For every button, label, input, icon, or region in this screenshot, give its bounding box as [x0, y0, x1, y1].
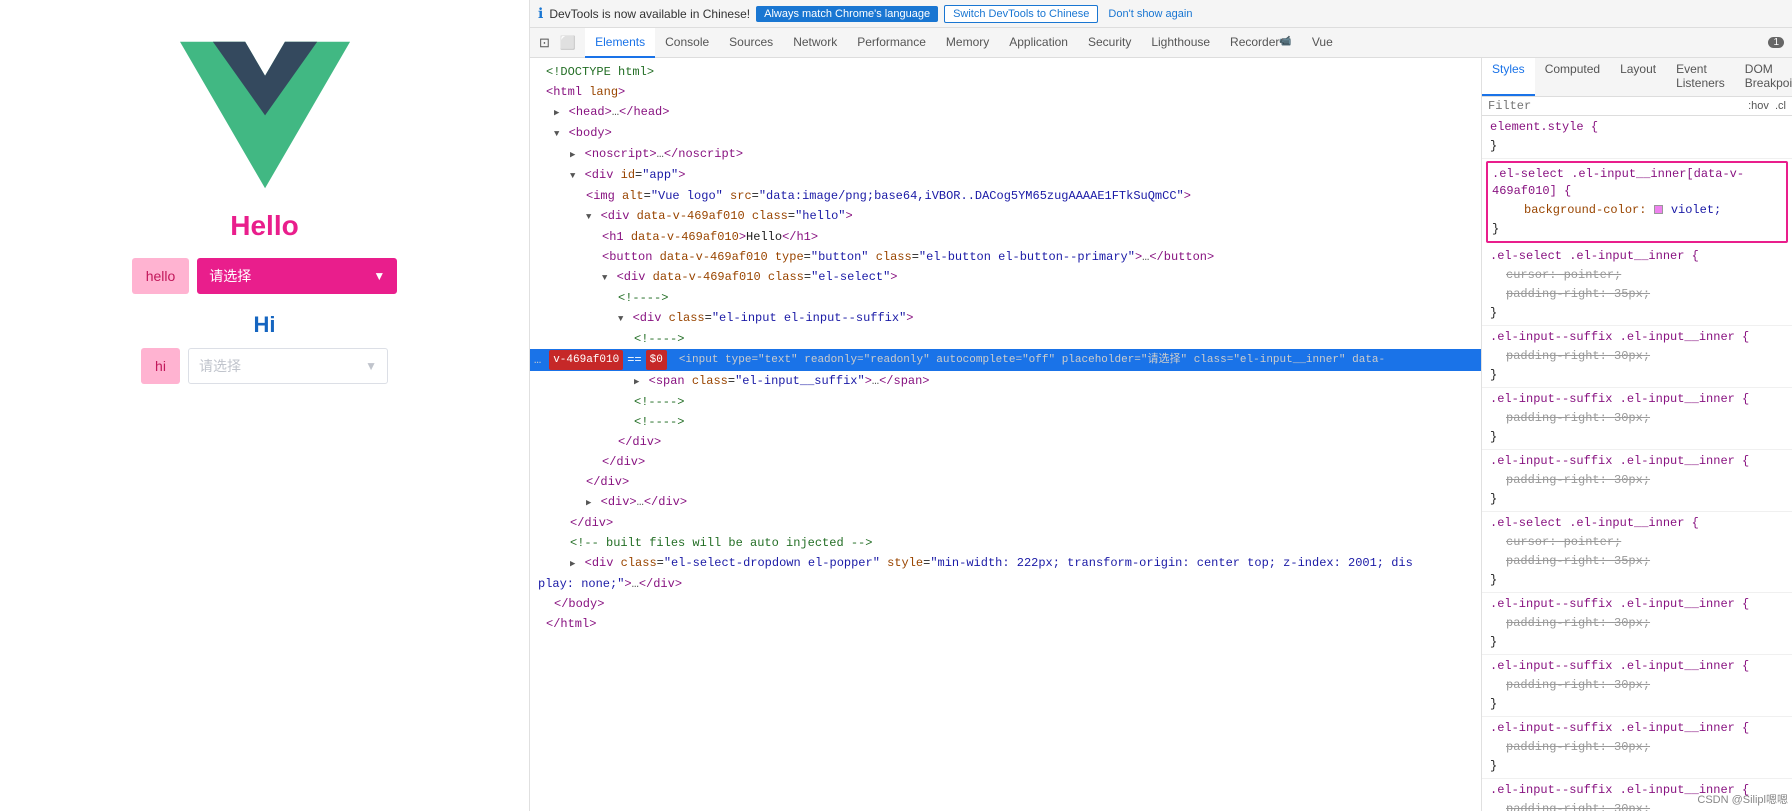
hi-select-dropdown[interactable]: 请选择 ▼ — [188, 348, 388, 384]
app-preview: Hello hello 请选择 ▼ Hi hi 请选择 ▼ — [0, 0, 530, 811]
highlighted-style-rule: .el-select .el-input__inner[data-v-469af… — [1486, 161, 1788, 243]
html-line: play: none;">…</div> — [530, 574, 1481, 594]
device-icon[interactable]: ⬜ — [557, 33, 579, 53]
color-swatch[interactable] — [1654, 205, 1663, 214]
devtools-main-content: <!DOCTYPE html> <html lang> ▶ <head>…</h… — [530, 58, 1792, 811]
html-line: </div> — [530, 432, 1481, 452]
hello-heading: Hello — [230, 210, 298, 242]
html-line: <!DOCTYPE html> — [530, 62, 1481, 82]
html-line[interactable]: ▶ <div class="el-select-dropdown el-popp… — [530, 553, 1481, 574]
select2-placeholder: 请选择 — [199, 356, 241, 376]
tab-recorder[interactable]: Recorder 📹 — [1220, 28, 1302, 58]
styles-tab-bar: Styles Computed Layout Event Listeners D… — [1482, 58, 1792, 97]
html-line: </body> — [530, 594, 1481, 614]
tab-dom-breakpoints[interactable]: DOM Breakpoints — [1735, 58, 1792, 96]
tab-sources[interactable]: Sources — [719, 28, 783, 58]
tab-computed[interactable]: Computed — [1535, 58, 1610, 96]
style-rule-select-input-2: .el-select .el-input__inner { cursor: po… — [1482, 512, 1792, 593]
html-line: </div> — [530, 452, 1481, 472]
notification-bar: ℹ DevTools is now available in Chinese! … — [530, 0, 1792, 28]
style-rule-input-suffix-1: .el-input--suffix .el-input__inner { pad… — [1482, 326, 1792, 388]
html-line: <button data-v-469af010 type="button" cl… — [530, 247, 1481, 267]
dont-show-link[interactable]: Don't show again — [1108, 8, 1192, 20]
tab-styles[interactable]: Styles — [1482, 58, 1535, 96]
switch-devtools-button[interactable]: Switch DevTools to Chinese — [944, 5, 1098, 23]
watermark: CSDN @Silipl嗯嗯 — [1697, 791, 1788, 807]
tab-application[interactable]: Application — [999, 28, 1078, 58]
html-line[interactable]: ▼ <body> — [530, 123, 1481, 144]
filter-suffix: :hov .cl — [1748, 100, 1786, 112]
tab-counter: 1 — [1768, 37, 1784, 48]
html-line: </html> — [530, 614, 1481, 634]
match-language-button[interactable]: Always match Chrome's language — [756, 6, 938, 22]
notification-text: DevTools is now available in Chinese! — [549, 7, 750, 21]
tab-security[interactable]: Security — [1078, 28, 1141, 58]
hi-form-row: hi 请选择 ▼ — [141, 348, 388, 384]
html-line: <!-- built files will be auto injected -… — [530, 533, 1481, 553]
html-line: <img alt="Vue logo" src="data:image/png;… — [530, 186, 1481, 206]
html-line[interactable]: ▶ <span class="el-input__suffix">…</span… — [530, 371, 1481, 392]
devtools-tab-bar: ⊡ ⬜ Elements Console Sources Network Per… — [530, 28, 1792, 58]
style-rule-input-suffix-5: .el-input--suffix .el-input__inner { pad… — [1482, 655, 1792, 717]
html-line[interactable]: ▼ <div data-v-469af010 class="el-select"… — [530, 267, 1481, 288]
hello-button[interactable]: hello — [132, 258, 190, 294]
element-style-rule: element.style { } — [1482, 116, 1792, 159]
html-line: <!----> — [530, 412, 1481, 432]
html-line: <!----> — [530, 329, 1481, 349]
tab-console[interactable]: Console — [655, 28, 719, 58]
chevron-down-icon2: ▼ — [365, 359, 377, 373]
html-line[interactable]: ▶ <head>…</head> — [530, 102, 1481, 123]
hi-button[interactable]: hi — [141, 348, 180, 384]
tab-event-listeners[interactable]: Event Listeners — [1666, 58, 1735, 96]
tab-icon-buttons: ⊡ ⬜ — [530, 33, 585, 53]
style-rule-input-suffix-3: .el-input--suffix .el-input__inner { pad… — [1482, 450, 1792, 512]
vue-logo-icon — [180, 40, 350, 190]
tab-performance[interactable]: Performance — [847, 28, 936, 58]
style-rule-input-suffix-2: .el-input--suffix .el-input__inner { pad… — [1482, 388, 1792, 450]
styles-content[interactable]: element.style { } .el-select .el-input__… — [1482, 116, 1792, 811]
html-line: <h1 data-v-469af010>Hello</h1> — [530, 227, 1481, 247]
html-line[interactable]: ▼ <div class="el-input el-input--suffix"… — [530, 308, 1481, 329]
devtools-panel: ℹ DevTools is now available in Chinese! … — [530, 0, 1792, 811]
select-placeholder: 请选择 — [209, 266, 251, 286]
hello-select-dropdown[interactable]: 请选择 ▼ — [197, 258, 397, 294]
style-rule-input-suffix-6: .el-input--suffix .el-input__inner { pad… — [1482, 717, 1792, 779]
html-line: <!----> — [530, 288, 1481, 308]
html-line: <html lang> — [530, 82, 1481, 102]
html-line: <!----> — [530, 392, 1481, 412]
styles-panel: Styles Computed Layout Event Listeners D… — [1482, 58, 1792, 811]
tab-layout[interactable]: Layout — [1610, 58, 1666, 96]
html-line: </div> — [530, 513, 1481, 533]
html-panel[interactable]: <!DOCTYPE html> <html lang> ▶ <head>…</h… — [530, 58, 1482, 811]
html-line[interactable]: ▶ <div>…</div> — [530, 492, 1481, 513]
tab-network[interactable]: Network — [783, 28, 847, 58]
hi-heading: Hi — [254, 312, 276, 338]
tab-vue[interactable]: Vue — [1302, 28, 1343, 58]
html-line[interactable]: ▼ <div id="app"> — [530, 165, 1481, 186]
chevron-down-icon: ▼ — [373, 269, 385, 283]
tab-elements[interactable]: Elements — [585, 28, 655, 58]
hello-form-row: hello 请选择 ▼ — [132, 258, 398, 294]
html-line: </div> — [530, 472, 1481, 492]
filter-input[interactable] — [1488, 99, 1748, 113]
style-rule-select-input: .el-select .el-input__inner { cursor: po… — [1482, 245, 1792, 326]
inspect-icon[interactable]: ⊡ — [536, 33, 553, 53]
filter-bar: :hov .cl — [1482, 97, 1792, 116]
style-rule-input-suffix-4: .el-input--suffix .el-input__inner { pad… — [1482, 593, 1792, 655]
html-line[interactable]: ▼ <div data-v-469af010 class="hello"> — [530, 206, 1481, 227]
tab-lighthouse[interactable]: Lighthouse — [1141, 28, 1220, 58]
tab-memory[interactable]: Memory — [936, 28, 999, 58]
info-icon: ℹ — [538, 5, 543, 22]
html-line[interactable]: ▶ <noscript>…</noscript> — [530, 144, 1481, 165]
html-line-selected[interactable]: … v-469af010 == $0 <input type="text" re… — [530, 349, 1481, 371]
